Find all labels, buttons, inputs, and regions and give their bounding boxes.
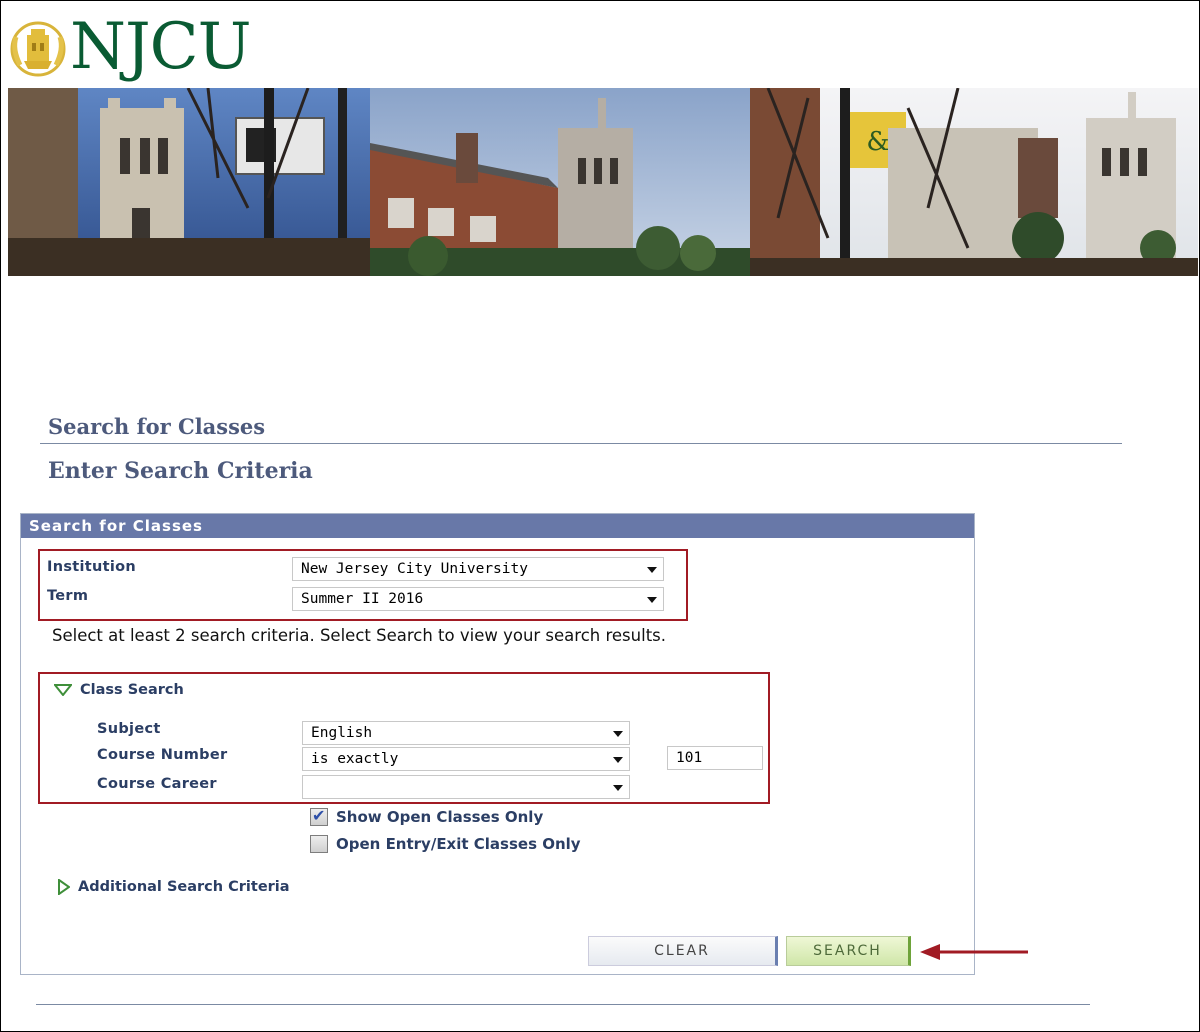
collapsed-triangle-icon xyxy=(58,879,70,895)
open-entry-exit-label: Open Entry/Exit Classes Only xyxy=(336,835,581,853)
page-title: Search for Classes xyxy=(48,414,266,439)
open-entry-exit-checkbox[interactable]: Open Entry/Exit Classes Only xyxy=(310,835,581,853)
checkbox-unchecked-icon xyxy=(310,835,328,853)
show-open-classes-label: Show Open Classes Only xyxy=(336,808,544,826)
instruction-text: Select at least 2 search criteria. Selec… xyxy=(52,626,667,645)
annotation-arrow-icon xyxy=(920,944,1028,960)
checkbox-checked-icon xyxy=(310,806,328,826)
clear-button[interactable]: CLEAR xyxy=(588,936,778,966)
svg-text:&: & xyxy=(866,127,889,157)
page-subtitle: Enter Search Criteria xyxy=(48,458,313,484)
njcu-logo: NJCU xyxy=(8,10,252,84)
additional-criteria-label: Additional Search Criteria xyxy=(78,879,290,895)
additional-criteria-toggle[interactable]: Additional Search Criteria xyxy=(58,879,290,895)
divider xyxy=(36,1004,1090,1005)
show-open-classes-checkbox[interactable]: Show Open Classes Only xyxy=(310,806,544,826)
campus-photo-image: & xyxy=(8,88,1198,276)
annotation-highlight-box xyxy=(38,549,688,621)
campus-banner: & xyxy=(8,88,1198,276)
divider xyxy=(40,443,1122,444)
university-seal-icon xyxy=(10,21,66,77)
search-button[interactable]: SEARCH xyxy=(786,936,911,966)
logo-text: NJCU xyxy=(70,10,252,84)
panel-header: Search for Classes xyxy=(21,514,974,538)
annotation-highlight-box xyxy=(38,672,770,804)
